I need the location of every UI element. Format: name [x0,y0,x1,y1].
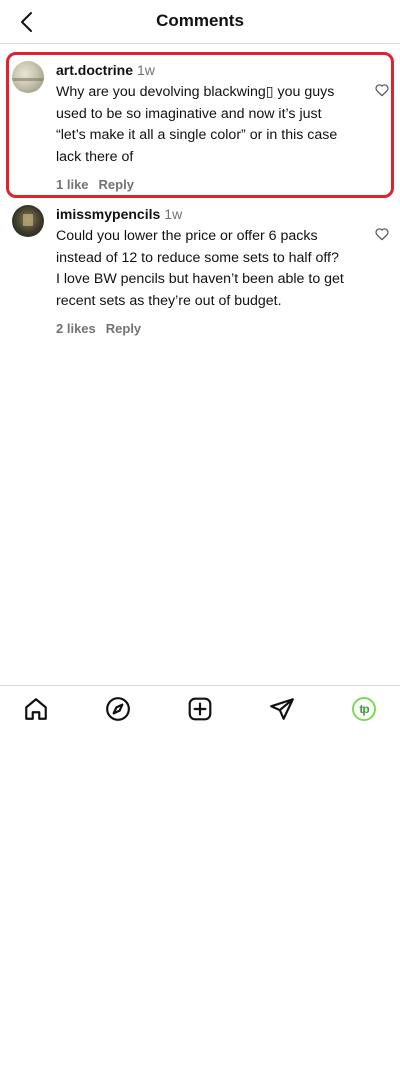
avatar[interactable] [12,61,44,93]
home-icon[interactable] [23,696,49,722]
comment-text: Why are you devolving blackwing▯ you guy… [56,84,338,166]
reply-button[interactable]: Reply [106,321,141,336]
comment-timestamp: 1w [137,62,155,78]
avatar[interactable] [12,205,44,237]
comment-body: imissmypencils 1w Could you lower the pri… [56,206,346,336]
page-title: Comments [156,11,244,30]
comment-timestamp: 1w [164,206,183,222]
direct-icon[interactable] [269,696,295,722]
reply-button[interactable]: Reply [99,177,134,192]
explore-icon[interactable] [105,696,131,722]
header-bar: Comments [0,0,400,44]
comment-body: art.doctrine 1w Why are you devolving bla… [56,62,346,192]
likes-count[interactable]: 2 likes [56,321,96,336]
profile-avatar[interactable]: tp [352,697,376,721]
heart-icon[interactable] [374,226,390,242]
comment-username[interactable]: imissmypencils [56,206,160,222]
create-icon[interactable] [187,696,213,722]
comment-text: Could you lower the price or offer 6 pac… [56,228,344,310]
comment-username[interactable]: art.doctrine [56,62,133,78]
likes-count[interactable]: 1 like [56,177,89,192]
bottom-tab-bar: tp [0,685,400,731]
heart-icon[interactable] [374,82,390,98]
